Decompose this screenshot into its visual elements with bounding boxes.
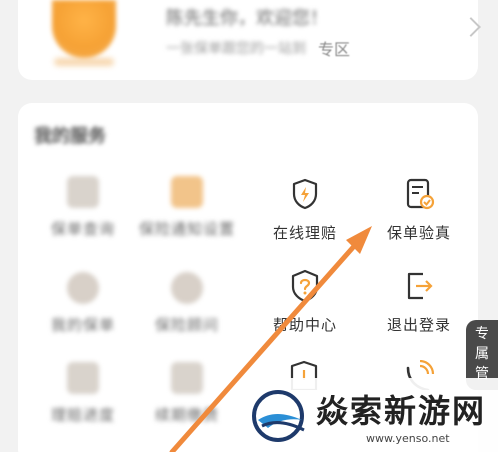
service-tile-help-center[interactable]: 帮助中心 [250, 268, 360, 335]
service-tile-notice-settings[interactable]: 保险通知设置 [132, 176, 242, 239]
service-tile-claim-progress[interactable]: 理赔进度 [28, 362, 138, 425]
avatar-shadow [54, 58, 114, 66]
progress-icon [67, 362, 99, 394]
watermark-logo [250, 386, 310, 444]
tile-label: 退出登录 [386, 316, 451, 334]
advisor-icon [171, 272, 203, 304]
tile-label: 我的保单 [50, 316, 115, 334]
service-tile-logout[interactable]: 退出登录 [364, 268, 474, 335]
question-shield-icon [287, 268, 323, 304]
side-tab-label: 专属管 [475, 326, 489, 382]
user-subtitle-tail: 专区 [318, 40, 351, 59]
section-title: 我的服务 [34, 126, 106, 147]
tile-label: 保险通知设置 [138, 220, 235, 238]
user-card[interactable]: 陈先生你，欢迎您！ 一张保单跟您的一站到 专区 [18, 0, 481, 80]
watermark-url: www.yenso.net [366, 432, 450, 445]
service-tile-my-policy[interactable]: 我的保单 [28, 272, 138, 335]
tile-label: 理赔进度 [50, 406, 115, 424]
shield-lightning-icon [287, 176, 323, 212]
tile-label: 保单查询 [50, 220, 115, 238]
document-icon [67, 176, 99, 208]
screen: 陈先生你，欢迎您！ 一张保单跟您的一站到 专区 我的服务 保单查询 保险通知设置… [0, 0, 498, 452]
service-tile-policy-query[interactable]: 保单查询 [28, 176, 138, 239]
tile-label: 在线理赔 [272, 224, 337, 242]
watermark-title: 焱索新游网 [316, 392, 487, 430]
service-tile-renewal[interactable]: 续期缴费 [132, 362, 242, 425]
tile-label: 续期缴费 [154, 406, 219, 424]
tile-label: 保单验真 [386, 224, 451, 242]
logout-icon [401, 268, 437, 304]
settings-icon [171, 176, 203, 208]
service-tile-policy-verify[interactable]: 保单验真 [364, 176, 474, 243]
policy-check-icon [401, 176, 437, 212]
chevron-right-icon[interactable] [461, 17, 481, 37]
tile-label: 保险顾问 [154, 316, 219, 334]
avatar[interactable] [52, 0, 116, 58]
payment-icon [171, 362, 203, 394]
tile-label: 帮助中心 [272, 316, 337, 334]
user-icon [67, 272, 99, 304]
user-subtitle: 一张保单跟您的一站到 [166, 41, 306, 57]
service-tile-online-claim[interactable]: 在线理赔 [250, 176, 360, 243]
service-tile-advisor[interactable]: 保险顾问 [132, 272, 242, 335]
user-greeting: 陈先生你，欢迎您！ [166, 8, 328, 29]
